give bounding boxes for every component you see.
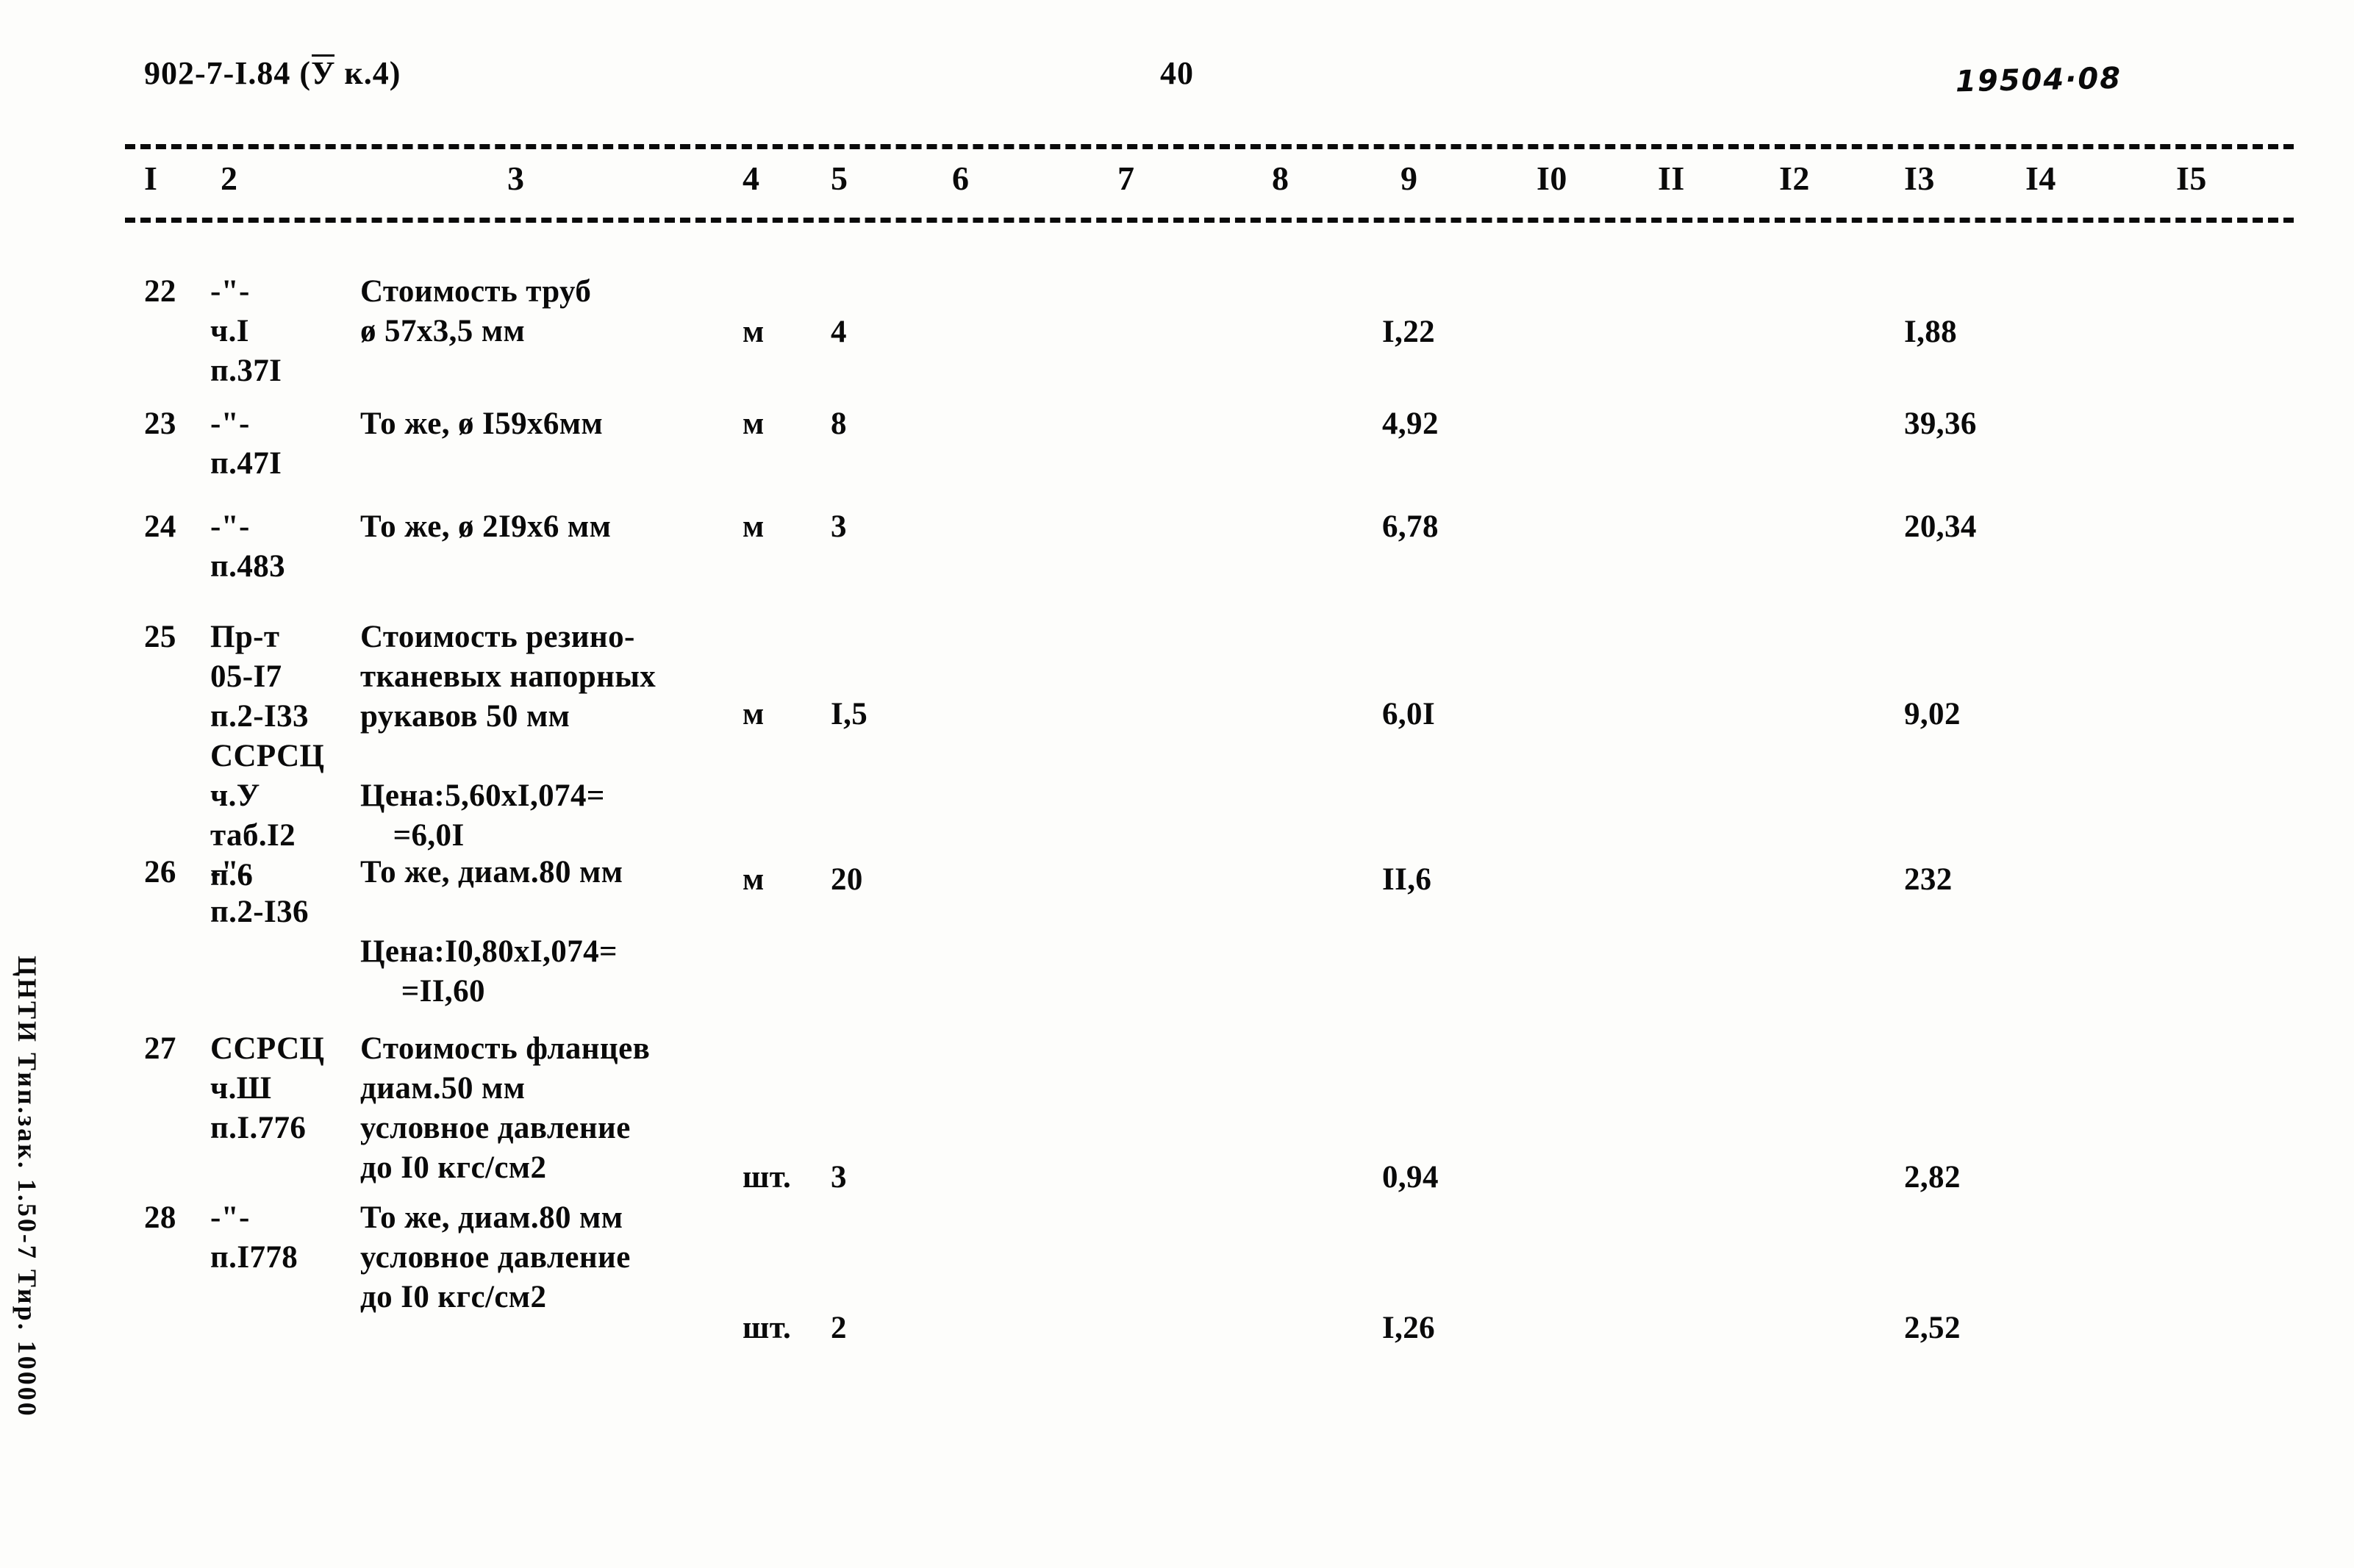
row-unit: шт. xyxy=(743,1160,792,1195)
row-number: 25 xyxy=(144,620,176,654)
column-header-15: I5 xyxy=(2176,160,2207,197)
row-number: 28 xyxy=(144,1200,176,1235)
column-header-6: 6 xyxy=(952,160,970,197)
document-page: 902-7-I.84 (У к.4) 40 19504·08 I23456789… xyxy=(0,0,2354,1568)
row-unit-price: 6,78 xyxy=(1382,509,1439,544)
table-header-bottom-rule xyxy=(125,218,2294,223)
row-description: То же, ø 2I9х6 мм xyxy=(360,509,612,544)
table-row: 24 -"- п.483 То же, ø 2I9х6 мм м 3 6,78 20,34 xyxy=(0,507,2354,617)
row-unit: м xyxy=(743,315,765,349)
column-header-7: 7 xyxy=(1117,160,1135,197)
column-header-8: 8 xyxy=(1272,160,1289,197)
row-number: 22 xyxy=(144,274,176,309)
column-header-11: II xyxy=(1658,160,1685,197)
row-total-cost: 232 xyxy=(1904,862,1953,897)
table-column-header-row: I 2 3 4 5 6 7 8 9 I0 II I2 I3 I4 I5 xyxy=(0,159,2354,203)
row-quantity: 3 xyxy=(831,509,847,544)
row-justification: -"- п.2-I36 xyxy=(210,855,309,929)
column-header-4: 4 xyxy=(743,160,760,197)
table-row: 25 Пр-т 05-I7 п.2-I33 ССРСЦ ч.У таб.I2 п.… xyxy=(0,617,2354,892)
row-description: То же, диам.80 мм условное давление до I… xyxy=(360,1200,631,1314)
row-unit: м xyxy=(743,697,765,731)
table-row: 22 -"- ч.I п.37I Стоимость труб ø 57х3,5 м… xyxy=(0,272,2354,404)
column-header-3: 3 xyxy=(507,160,525,197)
row-quantity: 3 xyxy=(831,1160,847,1195)
table-body: 22 -"- ч.I п.37I Стоимость труб ø 57х3,5 м… xyxy=(0,243,2354,1353)
table-row: 27 ССРСЦ ч.Ш п.I.776 Стоимость фланцев диа… xyxy=(0,1029,2354,1198)
row-quantity: 20 xyxy=(831,862,863,897)
row-justification: ССРСЦ ч.Ш п.I.776 xyxy=(210,1031,325,1145)
row-description: То же, ø I59х6мм xyxy=(360,407,604,441)
row-number: 23 xyxy=(144,407,176,441)
row-number: 24 xyxy=(144,509,176,544)
table-top-rule xyxy=(125,144,2294,149)
column-header-14: I4 xyxy=(2025,160,2056,197)
row-quantity: 8 xyxy=(831,407,847,441)
row-justification: -"- ч.I п.37I xyxy=(210,274,282,388)
row-unit: м xyxy=(743,407,765,441)
row-description: Стоимость труб ø 57х3,5 мм xyxy=(360,274,592,348)
column-header-10: I0 xyxy=(1536,160,1567,197)
row-total-cost: 20,34 xyxy=(1904,509,1977,544)
row-description: Стоимость фланцев диам.50 мм условное да… xyxy=(360,1031,651,1185)
row-unit-price: I,26 xyxy=(1382,1311,1436,1345)
table-row: 28 -"- п.I778 То же, диам.80 мм условное д… xyxy=(0,1198,2354,1353)
printing-imprint: ЦНТИ Тип.зак. 1.50-7 Тир. 10000 xyxy=(12,956,42,1418)
column-header-9: 9 xyxy=(1400,160,1418,197)
row-unit-price: 4,92 xyxy=(1382,407,1439,441)
row-quantity: I,5 xyxy=(831,697,868,731)
row-unit: шт. xyxy=(743,1311,792,1345)
row-unit: м xyxy=(743,509,765,544)
row-unit-price: 0,94 xyxy=(1382,1160,1439,1195)
row-unit: м xyxy=(743,862,765,897)
column-header-5: 5 xyxy=(831,160,848,197)
row-unit-price: I,22 xyxy=(1382,315,1436,349)
row-quantity: 2 xyxy=(831,1311,847,1345)
row-unit-price: II,6 xyxy=(1382,862,1432,897)
row-total-cost: 39,36 xyxy=(1904,407,1977,441)
page-header: 902-7-I.84 (У к.4) 40 19504·08 xyxy=(0,53,2354,104)
column-header-2: 2 xyxy=(221,160,238,197)
row-total-cost: 2,82 xyxy=(1904,1160,1961,1195)
row-justification: -"- п.483 xyxy=(210,509,286,584)
column-header-1: I xyxy=(144,160,158,197)
row-total-cost: 9,02 xyxy=(1904,697,1961,731)
row-total-cost: 2,52 xyxy=(1904,1311,1961,1345)
row-justification: -"- п.47I xyxy=(210,407,282,481)
column-header-13: I3 xyxy=(1904,160,1935,197)
row-total-cost: I,88 xyxy=(1904,315,1958,349)
table-row: 23 -"- п.47I То же, ø I59х6мм м 8 4,92 39,36 xyxy=(0,404,2354,507)
row-description: Стоимость резино- тканевых напорных рука… xyxy=(360,620,657,853)
row-number: 27 xyxy=(144,1031,176,1066)
row-number: 26 xyxy=(144,855,176,889)
row-justification: -"- п.I778 xyxy=(210,1200,298,1275)
table-row: 26 -"- п.2-I36 То же, диам.80 мм Цена:I0,8… xyxy=(0,853,2354,1029)
archive-stamp-number: 19504·08 xyxy=(1955,61,2122,99)
row-unit-price: 6,0I xyxy=(1382,697,1436,731)
row-quantity: 4 xyxy=(831,315,847,349)
row-description: То же, диам.80 мм Цена:I0,80хI,074= =II,… xyxy=(360,855,623,1009)
column-header-12: I2 xyxy=(1779,160,1810,197)
